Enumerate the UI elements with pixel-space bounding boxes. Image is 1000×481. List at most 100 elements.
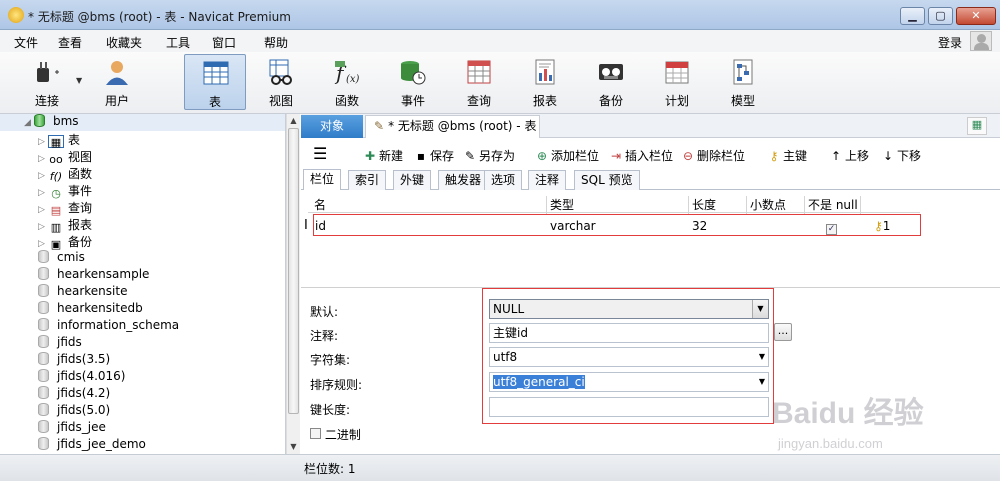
toolbar-function-button[interactable]: f (x) 函数 bbox=[316, 54, 378, 110]
text-cursor-icon: I bbox=[304, 218, 308, 233]
tab-foreign-keys[interactable]: 外键 bbox=[393, 170, 432, 190]
database-icon bbox=[38, 420, 49, 433]
delete-field-icon: ⊖ bbox=[682, 149, 694, 163]
toolbar-view-button[interactable]: 视图 bbox=[250, 54, 312, 110]
tree-scrollbar[interactable]: ▲ ▼ bbox=[286, 114, 300, 454]
primary-key-button[interactable]: ⚷ 主键 bbox=[767, 147, 807, 164]
tab-fields[interactable]: 栏位 bbox=[303, 169, 342, 190]
save-as-button[interactable]: ✎ 另存为 bbox=[463, 147, 515, 164]
collapse-icon[interactable]: ◢ bbox=[24, 118, 34, 128]
tree-db-item[interactable]: jfids(4.016) bbox=[38, 369, 125, 386]
close-button[interactable]: ✕ bbox=[956, 7, 996, 25]
menu-view[interactable]: 查看 bbox=[58, 34, 82, 51]
info-pane-toggle-icon[interactable]: ▦ bbox=[967, 117, 987, 135]
baidu-watermark: Baidu 经验 jingyan.baidu.com bbox=[772, 397, 924, 451]
database-icon bbox=[38, 369, 49, 382]
tree-db-bms[interactable]: ◢ bms bbox=[0, 114, 285, 131]
tree-item-reports[interactable]: ▷ ▥ 报表 bbox=[38, 216, 92, 234]
tree-item-backups[interactable]: ▷ ▣ 备份 bbox=[38, 233, 92, 251]
tree-db-item[interactable]: jfids(5.0) bbox=[38, 403, 110, 420]
add-field-button[interactable]: ⊕ 添加栏位 bbox=[535, 147, 599, 164]
scroll-down-arrow-icon[interactable]: ▼ bbox=[287, 440, 300, 453]
menu-tools[interactable]: 工具 bbox=[166, 34, 190, 51]
hamburger-menu-icon[interactable]: ☰ bbox=[313, 144, 327, 163]
tree-db-item[interactable]: hearkensample bbox=[38, 267, 149, 284]
move-down-button[interactable]: ↓ 下移 bbox=[881, 147, 921, 164]
delete-field-button[interactable]: ⊖ 删除栏位 bbox=[681, 147, 745, 164]
tab-options[interactable]: 选项 bbox=[484, 170, 523, 190]
toolbar-query-button[interactable]: 查询 bbox=[448, 54, 510, 110]
maximize-button[interactable]: ▢ bbox=[928, 7, 953, 25]
column-header-name[interactable]: 名 bbox=[314, 196, 326, 213]
tree-db-item[interactable]: jfids(3.5) bbox=[38, 352, 110, 369]
function-icon: f (x) bbox=[334, 61, 360, 85]
tree-db-item[interactable]: hearkensite bbox=[38, 284, 127, 301]
tree-db-item[interactable]: cmis bbox=[38, 250, 85, 267]
binary-checkbox[interactable]: 二进制 bbox=[310, 426, 361, 443]
comment-edit-button[interactable]: ... bbox=[774, 323, 792, 341]
toolbar-table-button[interactable]: 表 bbox=[184, 54, 246, 110]
expand-icon[interactable]: ▷ bbox=[38, 171, 48, 181]
minimize-button[interactable]: ▁ bbox=[900, 7, 925, 25]
column-header-not-null[interactable]: 不是 null bbox=[808, 196, 858, 213]
toolbar-user-button[interactable]: 用户 bbox=[86, 54, 148, 110]
toolbar-schedule-button[interactable]: 计划 bbox=[646, 54, 708, 110]
key-length-label: 键长度: bbox=[310, 403, 351, 417]
expand-icon[interactable]: ▷ bbox=[38, 154, 48, 164]
new-button[interactable]: ✚ 新建 bbox=[363, 147, 403, 164]
move-up-button[interactable]: ↑ 上移 bbox=[829, 147, 869, 164]
expand-icon[interactable]: ▷ bbox=[38, 222, 48, 232]
tab-sql-preview[interactable]: SQL 预览 bbox=[574, 170, 640, 190]
insert-field-button[interactable]: ⇥ 插入栏位 bbox=[609, 147, 673, 164]
menu-help[interactable]: 帮助 bbox=[264, 34, 288, 51]
toolbar-backup-button[interactable]: 备份 bbox=[580, 54, 642, 110]
field-count: 栏位数: 1 bbox=[304, 462, 356, 476]
expand-icon[interactable]: ▷ bbox=[38, 205, 48, 215]
tab-triggers[interactable]: 触发器 bbox=[438, 170, 489, 190]
key-icon: ⚷ bbox=[769, 149, 779, 163]
table-editor-toolbar: ☰ ✚ 新建 ▪ 保存 ✎ 另存为 ⊕ 添加栏位 ⇥ 插入栏位 ⊖ 删除栏位 ⚷ 主键 ↑ 上移… bbox=[301, 140, 1000, 168]
expand-icon[interactable]: ▷ bbox=[38, 137, 48, 147]
menu-favorites[interactable]: 收藏夹 bbox=[106, 34, 142, 51]
tree-item-views[interactable]: ▷ oo 视图 bbox=[38, 148, 92, 166]
account-avatar[interactable] bbox=[970, 31, 992, 51]
toolbar-report-button[interactable]: 报表 bbox=[514, 54, 576, 110]
tree-item-queries[interactable]: ▷ ▤ 查询 bbox=[38, 199, 92, 217]
connect-dropdown-arrow-icon[interactable]: ▼ bbox=[76, 76, 82, 85]
column-header-type[interactable]: 类型 bbox=[550, 196, 574, 213]
checkbox-icon bbox=[310, 428, 321, 439]
toolbar-model-button[interactable]: 模型 bbox=[712, 54, 774, 110]
tree-db-item[interactable]: hearkensitedb bbox=[38, 301, 143, 318]
menu-file[interactable]: 文件 bbox=[14, 34, 38, 51]
model-icon bbox=[733, 59, 753, 85]
save-button[interactable]: ▪ 保存 bbox=[414, 147, 454, 164]
tree-db-item[interactable]: jfids bbox=[38, 335, 82, 352]
expand-icon[interactable]: ▷ bbox=[38, 239, 48, 249]
login-link[interactable]: 登录 bbox=[938, 34, 962, 51]
scroll-thumb[interactable] bbox=[288, 128, 299, 414]
tree-db-item[interactable]: jfids_jee_demo bbox=[38, 437, 146, 454]
tree-item-functions[interactable]: ▷ f() 函数 bbox=[38, 165, 92, 183]
tree-item-events[interactable]: ▷ ◷ 事件 bbox=[38, 182, 92, 200]
tab-indexes[interactable]: 索引 bbox=[348, 170, 387, 190]
highlight-box-properties bbox=[482, 288, 774, 424]
toolbar-event-button[interactable]: 事件 bbox=[382, 54, 444, 110]
title-bar: * 无标题 @bms (root) - 表 - Navicat Premium … bbox=[0, 0, 1000, 30]
tree-db-item[interactable]: jfids(4.2) bbox=[38, 386, 110, 403]
scroll-up-arrow-icon[interactable]: ▲ bbox=[287, 114, 300, 127]
expand-icon[interactable]: ▷ bbox=[38, 188, 48, 198]
column-header-decimals[interactable]: 小数点 bbox=[750, 196, 786, 213]
column-header-length[interactable]: 长度 bbox=[692, 196, 716, 213]
view-icon bbox=[269, 59, 292, 85]
tree-db-item[interactable]: jfids_jee bbox=[38, 420, 106, 437]
table-icon bbox=[203, 61, 229, 85]
tree-db-item[interactable]: information_schema bbox=[38, 318, 179, 335]
save-icon: ▪ bbox=[416, 149, 426, 163]
toolbar-connect-button[interactable]: 连接 bbox=[16, 54, 78, 110]
tab-table-designer[interactable]: ✎ * 无标题 @bms (root) - 表 bbox=[365, 115, 540, 138]
plug-icon bbox=[37, 62, 59, 82]
tab-comment[interactable]: 注释 bbox=[528, 170, 567, 190]
tab-objects[interactable]: 对象 bbox=[301, 115, 363, 138]
tree-item-tables[interactable]: ▷ ▦ 表 bbox=[38, 131, 80, 149]
menu-window[interactable]: 窗口 bbox=[212, 34, 236, 51]
